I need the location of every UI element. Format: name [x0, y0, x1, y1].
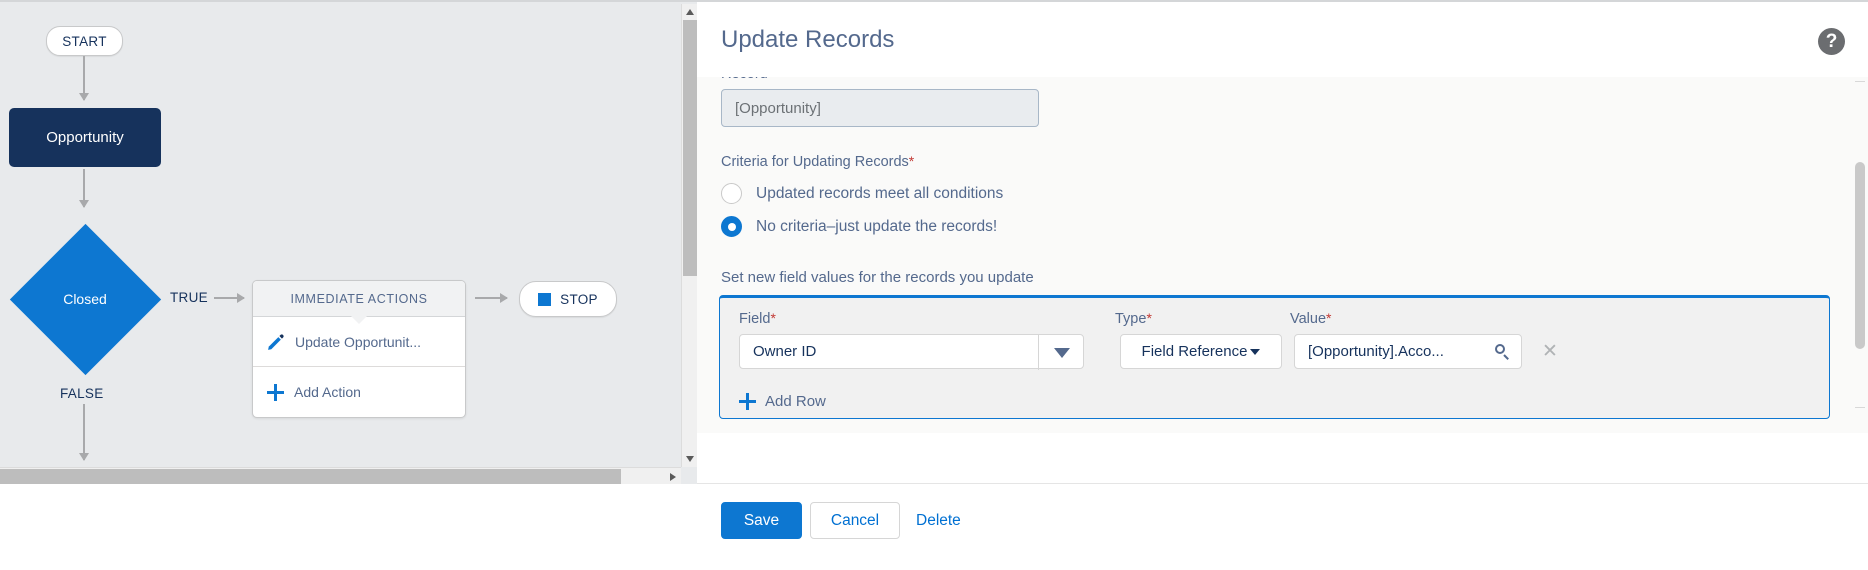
criteria-label: Criteria for Updating Records* [721, 153, 1852, 170]
radio-option-label: Updated records meet all conditions [756, 184, 1004, 202]
field-combobox-value: Owner ID [753, 343, 817, 360]
immediate-actions-header: IMMEDIATE ACTIONS [253, 281, 465, 324]
canvas-vertical-scroll-thumb[interactable] [683, 20, 697, 276]
required-marker: * [908, 153, 915, 169]
edge-label-false: FALSE [60, 386, 104, 401]
flow-canvas[interactable]: START Opportunity Closed TRUE FALSE IMME… [0, 2, 680, 467]
panel-header: Update Records ? [697, 2, 1868, 77]
canvas-horizontal-scrollbar[interactable] [0, 467, 681, 484]
field-values-column-headers: Field* Type* Value* [739, 310, 1829, 334]
flow-node-start-label: START [62, 33, 107, 49]
caret-shape [1054, 347, 1070, 358]
radio-option-meet-all-conditions[interactable]: Updated records meet all conditions [721, 177, 1852, 210]
radio-icon-selected[interactable] [721, 216, 742, 237]
scroll-up-arrow-icon[interactable] [686, 9, 694, 15]
panel-vertical-scrollbar[interactable] [1852, 77, 1868, 433]
panel-vertical-scroll-thumb[interactable] [1855, 162, 1865, 349]
connector-start-to-object [79, 56, 89, 101]
field-combobox[interactable]: Owner ID [739, 334, 1085, 370]
action-item-label: Add Action [294, 384, 361, 400]
flow-node-start[interactable]: START [46, 26, 123, 56]
set-new-field-values-heading: Set new field values for the records you… [721, 269, 1034, 286]
scroll-track-tick [1855, 407, 1865, 408]
type-combobox-value: Field Reference [1141, 343, 1248, 360]
add-row-button[interactable]: Add Row [739, 384, 1829, 418]
immediate-actions-card[interactable]: IMMEDIATE ACTIONS Update Opportunit... A… [252, 280, 466, 418]
column-header-field-text: Field [739, 311, 771, 327]
record-input[interactable]: [Opportunity] [721, 89, 1039, 127]
connector-false-branch [79, 404, 89, 461]
chevron-down-icon[interactable] [1250, 348, 1261, 355]
required-marker: * [1146, 310, 1152, 326]
column-header-value-text: Value [1290, 311, 1327, 327]
action-item-label: Update Opportunit... [295, 333, 422, 350]
radio-option-label: No criteria–just update the records! [756, 217, 998, 235]
action-item-add-action[interactable]: Add Action [253, 367, 465, 417]
help-icon[interactable]: ? [1818, 28, 1845, 55]
flow-node-decision-label: Closed [63, 291, 107, 307]
add-row-label: Add Row [765, 392, 826, 410]
required-marker: * [1326, 310, 1332, 326]
flow-node-decision[interactable]: Closed [9, 215, 161, 383]
panel-form: Record* [Opportunity] Criteria for Updat… [697, 77, 1852, 419]
plus-icon [267, 383, 284, 401]
cancel-button[interactable]: Cancel [810, 502, 900, 539]
flow-node-object[interactable]: Opportunity [9, 108, 161, 167]
action-item-update-opportunity[interactable]: Update Opportunit... [253, 317, 465, 367]
flow-node-object-label: Opportunity [46, 129, 124, 146]
scroll-right-arrow-icon[interactable] [670, 473, 676, 481]
scroll-down-arrow-icon[interactable] [686, 456, 694, 462]
chevron-down-icon[interactable] [1038, 335, 1085, 370]
save-button[interactable]: Save [721, 502, 802, 539]
table-row: Owner ID Field Reference [Opportunity].A… [739, 334, 1829, 384]
required-marker: * [770, 310, 776, 326]
panel-scroll-body[interactable]: Record* [Opportunity] Criteria for Updat… [697, 77, 1868, 433]
connector-decision-to-actions [214, 293, 245, 303]
column-header-type-text: Type [1115, 311, 1147, 327]
canvas-footer-spacer [0, 484, 697, 570]
column-header-value: Value* [1290, 310, 1331, 327]
connector-object-to-decision [79, 169, 89, 208]
stop-square-icon [538, 292, 552, 306]
flow-canvas-pane[interactable]: START Opportunity Closed TRUE FALSE IMME… [0, 0, 697, 570]
delete-button[interactable]: Delete [916, 502, 961, 539]
field-values-row-card: Field* Type* Value* Owner ID Field Refer… [719, 295, 1830, 419]
column-header-type: Type* [1115, 310, 1152, 327]
required-marker: * [768, 77, 773, 81]
scroll-track-tick [1855, 81, 1865, 82]
column-header-field: Field* [739, 310, 776, 327]
canvas-horizontal-scroll-thumb[interactable] [0, 469, 621, 484]
value-lookup-input[interactable]: [Opportunity].Acco... [1294, 334, 1522, 369]
radio-icon-unselected[interactable] [721, 183, 742, 204]
type-combobox[interactable]: Field Reference [1120, 334, 1282, 369]
plus-icon [739, 392, 756, 410]
radio-option-no-criteria[interactable]: No criteria–just update the records! [721, 210, 1852, 243]
value-lookup-text: [Opportunity].Acco... [1308, 343, 1444, 360]
delete-row-button[interactable]: ✕ [1539, 340, 1561, 362]
page-title: Update Records [721, 26, 895, 53]
canvas-vertical-scrollbar[interactable] [681, 4, 697, 467]
record-field-label: Record* [721, 77, 1852, 82]
flow-node-stop-label: STOP [560, 291, 598, 307]
edge-label-true: TRUE [170, 290, 208, 305]
flow-node-stop[interactable]: STOP [519, 281, 617, 317]
app-root: START Opportunity Closed TRUE FALSE IMME… [0, 0, 1868, 570]
record-label-text: Record [721, 77, 768, 82]
search-icon[interactable] [1495, 344, 1510, 359]
criteria-label-text: Criteria for Updating Records [721, 154, 909, 170]
pencil-icon [268, 333, 284, 350]
panel-footer: Save Cancel Delete [697, 483, 1868, 570]
connector-actions-to-stop [475, 293, 508, 303]
